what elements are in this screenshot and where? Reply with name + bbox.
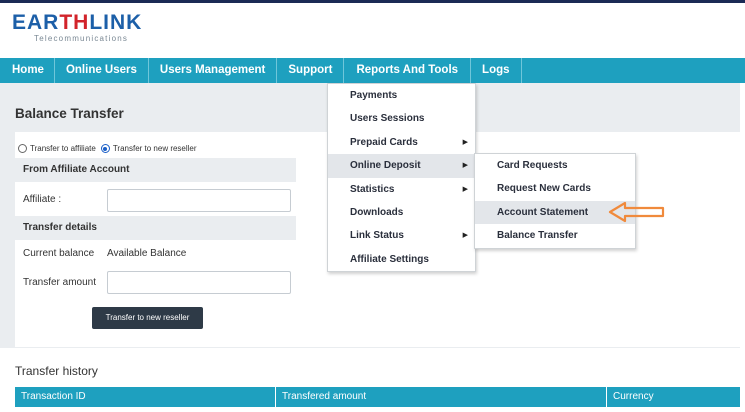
menu-item-payments[interactable]: Payments xyxy=(328,84,475,107)
submenu-item-balance-transfer[interactable]: Balance Transfer xyxy=(475,224,635,247)
nav-support[interactable]: Support xyxy=(277,58,345,83)
submenu-arrow-icon: ▶ xyxy=(462,138,468,146)
submenu-arrow-icon: ▶ xyxy=(462,232,468,240)
column-currency[interactable]: Currency xyxy=(606,387,740,407)
logo-tagline: Telecommunications xyxy=(34,34,129,43)
menu-item-users-sessions[interactable]: Users Sessions xyxy=(328,107,475,130)
transfer-history-table-header: Transaction ID Transfered amount Currenc… xyxy=(15,387,740,407)
page-title: Balance Transfer xyxy=(15,106,124,121)
menu-item-affiliate-settings[interactable]: Affiliate Settings xyxy=(328,248,475,271)
submenu-arrow-icon: ▶ xyxy=(462,162,468,170)
section-transfer-details: Transfer details xyxy=(15,216,296,240)
main-nav: Home Online Users Users Management Suppo… xyxy=(0,58,745,83)
menu-item-online-deposit[interactable]: Online Deposit ▶ xyxy=(328,154,475,178)
earthlink-logo[interactable]: EARTHLINK Telecommunications xyxy=(12,11,152,45)
nav-users-management[interactable]: Users Management xyxy=(149,58,278,83)
affiliate-input[interactable] xyxy=(107,189,291,212)
current-balance-label: Current balance xyxy=(23,248,95,259)
section-from-affiliate: From Affiliate Account xyxy=(15,158,296,182)
menu-item-statistics[interactable]: Statistics ▶ xyxy=(328,178,475,201)
transfer-amount-input[interactable] xyxy=(107,271,291,294)
radio-transfer-to-new-reseller[interactable] xyxy=(100,144,110,153)
radio-transfer-to-new-reseller-label[interactable]: Transfer to new reseller xyxy=(113,144,197,153)
current-balance-value: Available Balance xyxy=(107,248,187,259)
transfer-history-title: Transfer history xyxy=(15,364,98,378)
nav-online-users[interactable]: Online Users xyxy=(55,58,149,83)
submenu-item-card-requests[interactable]: Card Requests xyxy=(475,154,635,177)
column-transaction-id[interactable]: Transaction ID xyxy=(15,387,275,407)
radio-transfer-to-affiliate-label[interactable]: Transfer to affiliate xyxy=(30,144,96,153)
menu-item-prepaid-cards[interactable]: Prepaid Cards ▶ xyxy=(328,131,475,154)
radio-transfer-to-affiliate[interactable] xyxy=(18,144,27,153)
nav-logs[interactable]: Logs xyxy=(471,58,522,83)
submenu-item-request-new-cards[interactable]: Request New Cards xyxy=(475,177,635,200)
transfer-type-radios: Transfer to affiliate Transfer to new re… xyxy=(18,144,197,153)
left-arrow-callout-icon xyxy=(608,201,665,223)
submenu-arrow-icon: ▶ xyxy=(462,185,468,193)
column-transfered-amount[interactable]: Transfered amount xyxy=(275,387,606,407)
affiliate-label: Affiliate : xyxy=(23,194,62,205)
reports-tools-dropdown: Payments Users Sessions Prepaid Cards ▶ O… xyxy=(327,83,476,273)
top-border xyxy=(0,0,745,3)
nav-reports-and-tools[interactable]: Reports And Tools xyxy=(344,58,472,83)
transfer-amount-label: Transfer amount xyxy=(23,277,96,288)
menu-item-downloads[interactable]: Downloads xyxy=(328,201,475,224)
transfer-submit-button[interactable]: Transfer to new reseller xyxy=(92,307,203,329)
logo-wordmark: EARTHLINK xyxy=(12,11,143,34)
menu-item-link-status[interactable]: Link Status ▶ xyxy=(328,224,475,247)
nav-home[interactable]: Home xyxy=(0,58,55,83)
